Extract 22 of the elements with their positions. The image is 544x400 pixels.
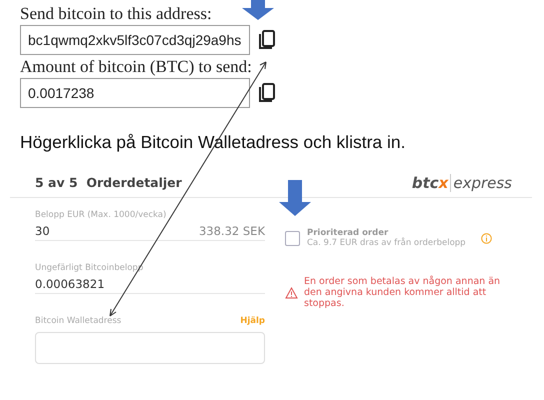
step-title: 5 av 5 Orderdetaljer — [35, 175, 182, 190]
priority-note: Ca. 9.7 EUR dras av från orderbelopp — [307, 238, 466, 248]
warning-icon — [285, 286, 298, 298]
priority-label: Prioriterad order — [307, 228, 390, 238]
down-arrow-icon — [241, 0, 275, 20]
copy-icon[interactable] — [258, 30, 276, 50]
address-field[interactable]: bc1qwmq2xkv5lf3c07cd3qj29a9hs — [20, 25, 250, 55]
amount-field[interactable]: 0.0017238 — [20, 78, 250, 108]
amount-label: Amount of bitcoin (BTC) to send: — [20, 57, 252, 77]
logo: btcx express — [412, 174, 512, 192]
btc-amount-value: 0.00063821 — [35, 277, 105, 291]
info-icon[interactable] — [480, 232, 492, 244]
warning-text: En order som betalas av någon annan än den angivna kunden kommer alltid att stoppas. — [304, 276, 502, 309]
converted-amount: 338.32 SEK — [198, 224, 265, 238]
address-label: Send bitcoin to this address: — [20, 4, 212, 24]
amount-value[interactable]: 30 — [35, 224, 50, 238]
copy-icon[interactable] — [258, 83, 276, 103]
wallet-label: Bitcoin Walletadress — [35, 316, 122, 326]
priority-checkbox[interactable] — [285, 230, 300, 246]
wallet-address-field[interactable] — [35, 332, 265, 364]
down-arrow-icon — [278, 180, 312, 216]
amount-label: Belopp EUR (Max. 1000/vecka) — [35, 210, 168, 220]
